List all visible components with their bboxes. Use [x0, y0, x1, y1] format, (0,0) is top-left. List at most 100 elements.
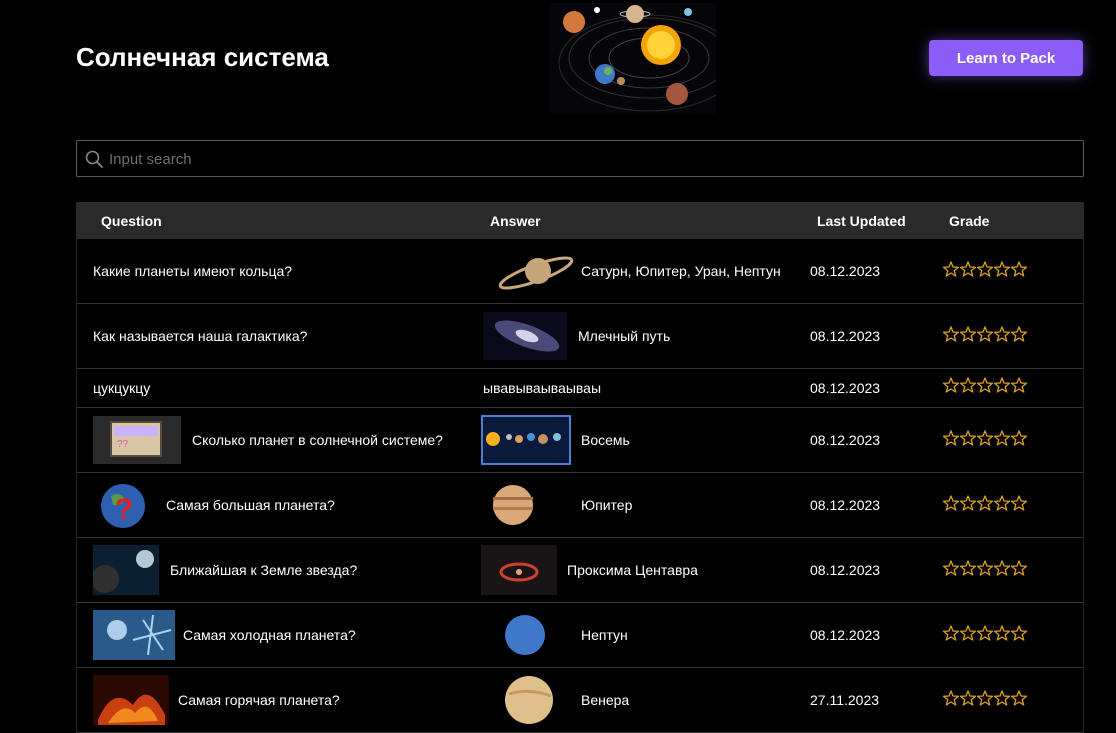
last-updated: 08.12.2023: [810, 497, 881, 513]
last-updated: 08.12.2023: [810, 432, 881, 448]
star-icon[interactable]: [977, 690, 993, 706]
answer-text: Юпитер: [581, 497, 633, 513]
question-text: Самая холодная планета?: [183, 627, 356, 643]
star-icon[interactable]: [994, 430, 1010, 446]
answer-text: Восемь: [581, 432, 630, 448]
star-icon[interactable]: [994, 690, 1010, 706]
star-icon[interactable]: [1011, 625, 1027, 641]
galaxy-image: [483, 312, 567, 360]
star-icon[interactable]: [943, 377, 959, 393]
svg-text:??: ??: [117, 439, 129, 450]
star-icon[interactable]: [1011, 430, 1027, 446]
question-text: Как называется наша галактика?: [93, 328, 308, 344]
star-icon[interactable]: [1011, 261, 1027, 277]
column-grade[interactable]: Grade: [949, 213, 989, 229]
star-icon[interactable]: [1011, 560, 1027, 576]
search-icon: [85, 150, 103, 168]
column-question[interactable]: Question: [101, 213, 162, 229]
last-updated: 08.12.2023: [810, 627, 881, 643]
proxima-image: [481, 545, 557, 595]
page-title: Солнечная система: [76, 42, 329, 72]
grade-stars[interactable]: [943, 326, 1027, 342]
search-input[interactable]: [107, 141, 1071, 178]
learn-to-pack-button[interactable]: Learn to Pack: [929, 40, 1083, 76]
star-icon[interactable]: [994, 625, 1010, 641]
venus-image: [481, 672, 561, 728]
star-icon[interactable]: [994, 560, 1010, 576]
solar-system-image: [549, 3, 716, 113]
last-updated: 08.12.2023: [810, 562, 881, 578]
question-text: Ближайшая к Земле звезда?: [170, 562, 358, 578]
answer-text: Сатурн, Юпитер, Уран, Нептун: [581, 263, 781, 279]
star-icon[interactable]: [1011, 690, 1027, 706]
star-icon[interactable]: [1011, 326, 1027, 342]
table-row[interactable]: Ближайшая к Земле звезда? Проксима Цента…: [76, 538, 1084, 603]
star-icon[interactable]: [960, 625, 976, 641]
question-text: Сколько планет в солнечной системе?: [192, 432, 443, 448]
star-space-image: [93, 545, 159, 595]
grade-stars[interactable]: [943, 377, 1027, 393]
last-updated: 27.11.2023: [810, 692, 880, 708]
grade-stars[interactable]: [943, 430, 1027, 446]
table-row[interactable]: цукцукцу ывавываываываы 08.12.2023: [76, 369, 1084, 408]
star-icon[interactable]: [994, 261, 1010, 277]
star-icon[interactable]: [977, 377, 993, 393]
star-icon[interactable]: [960, 690, 976, 706]
star-icon[interactable]: [977, 430, 993, 446]
jupiter-image: [481, 477, 561, 533]
star-icon[interactable]: [960, 560, 976, 576]
star-icon[interactable]: [960, 377, 976, 393]
question-text: Самая большая планета?: [166, 497, 335, 513]
star-icon[interactable]: [960, 495, 976, 511]
star-icon[interactable]: [943, 430, 959, 446]
star-icon[interactable]: [960, 430, 976, 446]
star-icon[interactable]: [960, 261, 976, 277]
star-icon[interactable]: [1011, 495, 1027, 511]
table-row[interactable]: ? Самая большая планета? Юпитер 08.12.20…: [76, 473, 1084, 538]
star-icon[interactable]: [1011, 377, 1027, 393]
grade-stars[interactable]: [943, 560, 1027, 576]
last-updated: 08.12.2023: [810, 328, 881, 344]
star-icon[interactable]: [977, 261, 993, 277]
star-icon[interactable]: [994, 377, 1010, 393]
saturn-image: [486, 247, 574, 295]
solar-system-thumb: [481, 415, 571, 465]
table-row[interactable]: Самая холодная планета? Нептун 08.12.202…: [76, 603, 1084, 668]
answer-text: Нептун: [581, 627, 628, 643]
last-updated: 08.12.2023: [810, 263, 881, 279]
star-icon[interactable]: [994, 326, 1010, 342]
star-icon[interactable]: [960, 326, 976, 342]
star-icon[interactable]: [943, 495, 959, 511]
column-answer[interactable]: Answer: [490, 213, 541, 229]
column-last-updated[interactable]: Last Updated: [817, 213, 906, 229]
last-updated: 08.12.2023: [810, 380, 881, 396]
star-icon[interactable]: [943, 261, 959, 277]
star-icon[interactable]: [977, 495, 993, 511]
question-text: цукцукцу: [93, 380, 151, 396]
grade-stars[interactable]: [943, 690, 1027, 706]
table-row[interactable]: Как называется наша галактика? Млечный п…: [76, 304, 1084, 369]
svg-text:?: ?: [115, 493, 133, 526]
question-text: Самая горячая планета?: [178, 692, 340, 708]
answer-text: Проксима Центавра: [567, 562, 698, 578]
table-row[interactable]: ?? Сколько планет в солнечной системе? В…: [76, 408, 1084, 473]
star-icon[interactable]: [977, 326, 993, 342]
neptune-image: [481, 607, 561, 663]
star-icon[interactable]: [943, 625, 959, 641]
search-box[interactable]: [76, 140, 1084, 178]
fire-image: [93, 675, 169, 725]
star-icon[interactable]: [977, 625, 993, 641]
table-row[interactable]: Какие планеты имеют кольца? Сатурн, Юпит…: [76, 239, 1084, 304]
grade-stars[interactable]: [943, 261, 1027, 277]
table-row[interactable]: Самая горячая планета? Венера 27.11.2023: [76, 668, 1084, 733]
grade-stars[interactable]: [943, 625, 1027, 641]
star-icon[interactable]: [943, 326, 959, 342]
star-icon[interactable]: [943, 560, 959, 576]
grade-stars[interactable]: [943, 495, 1027, 511]
star-icon[interactable]: [994, 495, 1010, 511]
question-text: Какие планеты имеют кольца?: [93, 263, 293, 279]
cards-table: Question Answer Last Updated Grade Какие…: [76, 202, 1084, 733]
frost-image: [93, 610, 175, 660]
star-icon[interactable]: [977, 560, 993, 576]
star-icon[interactable]: [943, 690, 959, 706]
